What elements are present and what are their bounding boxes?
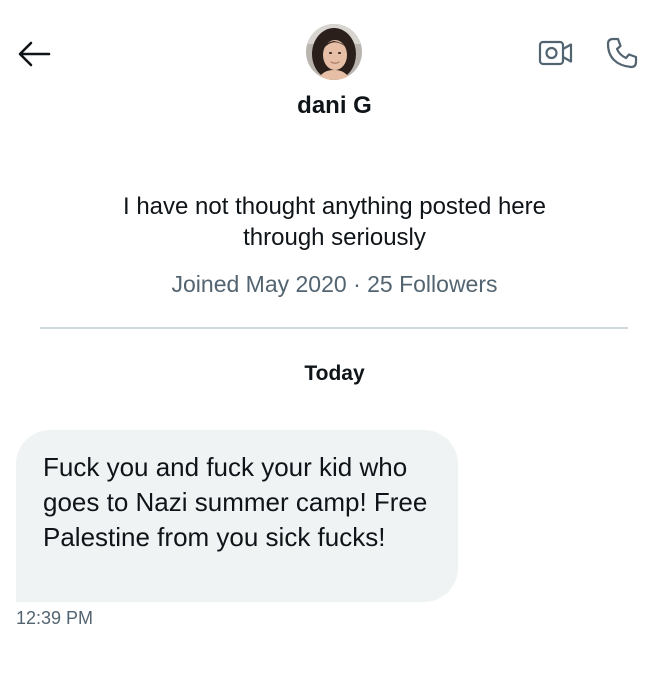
video-camera-icon <box>538 40 573 66</box>
header-actions <box>537 34 641 72</box>
message-timestamp: 12:39 PM <box>16 608 94 628</box>
profile-meta: Joined May 2020 · 25 Followers <box>171 271 498 297</box>
arrow-left-icon <box>18 41 51 67</box>
profile-display-name[interactable]: dani G <box>0 92 669 120</box>
avatar[interactable] <box>306 24 362 80</box>
profile-bio: I have not thought anything posted here … <box>123 193 546 251</box>
video-call-button[interactable] <box>537 34 575 72</box>
voice-call-button[interactable] <box>603 34 641 72</box>
phone-icon <box>606 37 638 69</box>
message-bubble[interactable]: Fuck you and fuck your kid who goes to N… <box>16 430 458 602</box>
avatar-photo <box>306 24 362 80</box>
back-button[interactable] <box>14 36 54 72</box>
date-separator: Today <box>304 362 365 385</box>
divider <box>40 327 628 329</box>
